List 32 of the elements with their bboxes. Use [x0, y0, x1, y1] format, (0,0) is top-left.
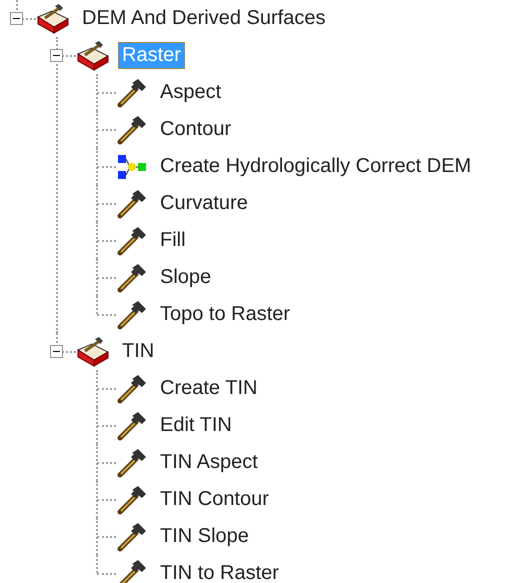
tree-item[interactable]: Fill: [156, 227, 190, 254]
tree-item[interactable]: Edit TIN: [156, 412, 236, 439]
hammer-icon: [116, 372, 148, 404]
hammer-icon: [116, 298, 148, 330]
hammer-icon: [116, 76, 148, 108]
hammer-icon: [116, 224, 148, 256]
tree-item[interactable]: Create Hydrologically Correct DEM: [156, 153, 476, 180]
tree-item[interactable]: TIN to Raster: [156, 560, 283, 583]
collapse-toggle[interactable]: [50, 345, 63, 358]
hammer-icon: [116, 188, 148, 220]
tree-item[interactable]: Contour: [156, 116, 236, 143]
tree-item[interactable]: Curvature: [156, 190, 252, 217]
collapse-toggle[interactable]: [10, 12, 23, 25]
tree-item[interactable]: TIN Slope: [156, 523, 253, 550]
toolbox-icon: [76, 336, 110, 368]
hammer-icon: [116, 446, 148, 478]
tree-item[interactable]: Slope: [156, 264, 216, 291]
tree-item[interactable]: Create TIN: [156, 375, 262, 402]
tree-item[interactable]: Topo to Raster: [156, 301, 294, 328]
tree-item[interactable]: TIN Aspect: [156, 449, 262, 476]
tree-item[interactable]: Aspect: [156, 79, 226, 106]
hammer-icon: [116, 114, 148, 146]
hammer-icon: [116, 484, 148, 516]
tree-item[interactable]: DEM And Derived Surfaces: [78, 5, 330, 32]
tree-item[interactable]: TIN Contour: [156, 486, 273, 513]
hammer-icon: [116, 262, 148, 294]
hammer-icon: [116, 410, 148, 442]
tree-item[interactable]: TIN: [118, 338, 158, 365]
toolbox-icon: [76, 40, 110, 72]
hammer-icon: [116, 520, 148, 552]
collapse-toggle[interactable]: [50, 49, 63, 62]
toolbox-icon: [36, 2, 70, 34]
